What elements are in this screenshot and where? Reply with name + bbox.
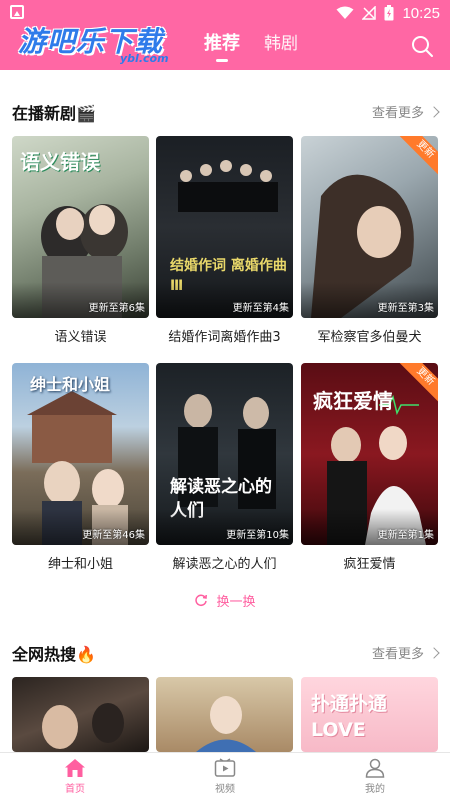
nav-label: 首页 [65, 784, 85, 795]
no-signal-icon [362, 6, 377, 20]
section-header-new-dramas: 在播新剧🎬 查看更多 [12, 100, 440, 124]
update-badge: 更新至第6集 [88, 303, 145, 314]
section-title: 全网热搜🔥 [12, 645, 96, 664]
drama-card[interactable]: 解读恶之心的人们 更新至第10集 解读恶之心的人们 [156, 363, 293, 572]
poster-title: 扑通扑通 LOVE [311, 693, 388, 741]
update-badge: 更新至第46集 [82, 530, 145, 541]
tab-korean-drama[interactable]: 韩剧 [264, 30, 298, 62]
drama-card[interactable]: 结婚作词 离婚作曲Ⅲ 更新至第4集 结婚作词离婚作曲3 [156, 136, 293, 345]
battery-charging-icon [384, 5, 394, 21]
hot-card[interactable]: 扑通扑通 LOVE [301, 677, 438, 752]
section-header-hot-search: 全网热搜🔥 查看更多 [12, 641, 440, 665]
refresh-label: 换一换 [216, 594, 256, 610]
nav-label: 我的 [365, 784, 385, 795]
view-more-link[interactable]: 查看更多 [371, 643, 440, 662]
nav-home[interactable]: 首页 [0, 753, 150, 800]
user-icon [365, 758, 385, 778]
poster-art [196, 696, 256, 752]
top-header: 10:25 游吧乐下载 ybl.com 精选 推荐 韩剧 [0, 0, 450, 70]
refresh-icon [195, 594, 208, 607]
drama-card[interactable]: 疯狂爱情 更新 更新至第1集 疯狂爱情 [301, 363, 438, 572]
poster-title: 绅士和小姐 [30, 375, 111, 394]
poster: 语义错误 更新至第6集 [12, 136, 149, 318]
hot-card[interactable] [156, 677, 293, 752]
refresh-button[interactable]: 换一换 [0, 588, 450, 612]
status-icons: 10:25 [336, 3, 440, 23]
hot-card[interactable] [12, 677, 149, 752]
search-icon[interactable] [410, 34, 434, 58]
gallery-notification-icon [10, 5, 24, 19]
drama-title: 语义错误 [54, 330, 107, 345]
wifi-icon [336, 6, 354, 19]
chevron-right-icon [428, 105, 440, 118]
drama-card[interactable]: 语义错误 更新至第6集 语义错误 [12, 136, 149, 345]
update-badge: 更新至第4集 [232, 303, 289, 314]
poster: 更新 更新至第3集 [301, 136, 438, 318]
bottom-nav: 首页 视频 我的 [0, 752, 450, 800]
poster: 扑通扑通 LOVE [301, 677, 438, 752]
poster: 疯狂爱情 更新 更新至第1集 [301, 363, 438, 545]
drama-title: 结婚作词离婚作曲3 [168, 330, 281, 345]
poster: 绅士和小姐 更新至第46集 [12, 363, 149, 545]
poster-title: 疯狂爱情 [313, 389, 393, 413]
top-tabs: 精选 推荐 韩剧 [140, 30, 298, 70]
poster [156, 677, 293, 752]
poster-art [42, 703, 124, 749]
poster: 结婚作词 离婚作曲Ⅲ 更新至第4集 [156, 136, 293, 318]
view-more-link[interactable]: 查看更多 [371, 102, 440, 121]
nav-label: 视频 [215, 784, 235, 795]
update-badge: 更新至第3集 [377, 303, 434, 314]
view-more-label: 查看更多 [371, 106, 424, 121]
section-title: 在播新剧🎬 [12, 104, 96, 123]
nav-profile[interactable]: 我的 [300, 753, 450, 800]
drama-card[interactable]: 更新 更新至第3集 军检察官多伯曼犬 [301, 136, 438, 345]
poster: 解读恶之心的人们 更新至第10集 [156, 363, 293, 545]
chevron-right-icon [428, 646, 440, 659]
drama-title: 疯狂爱情 [343, 557, 396, 572]
drama-title: 军检察官多伯曼犬 [317, 330, 422, 345]
video-icon [214, 758, 236, 777]
drama-title: 解读恶之心的人们 [172, 557, 277, 572]
home-icon [65, 759, 85, 777]
status-time: 10:25 [402, 4, 440, 22]
tab-recommend[interactable]: 推荐 [204, 30, 240, 62]
poster-title: 语义错误 [20, 150, 100, 174]
view-more-label: 查看更多 [371, 647, 424, 662]
drama-title: 绅士和小姐 [47, 557, 113, 572]
update-badge: 更新至第10集 [226, 530, 289, 541]
update-badge: 更新至第1集 [377, 530, 434, 541]
nav-video[interactable]: 视频 [150, 753, 300, 800]
poster [12, 677, 149, 752]
drama-card[interactable]: 绅士和小姐 更新至第46集 绅士和小姐 [12, 363, 149, 572]
